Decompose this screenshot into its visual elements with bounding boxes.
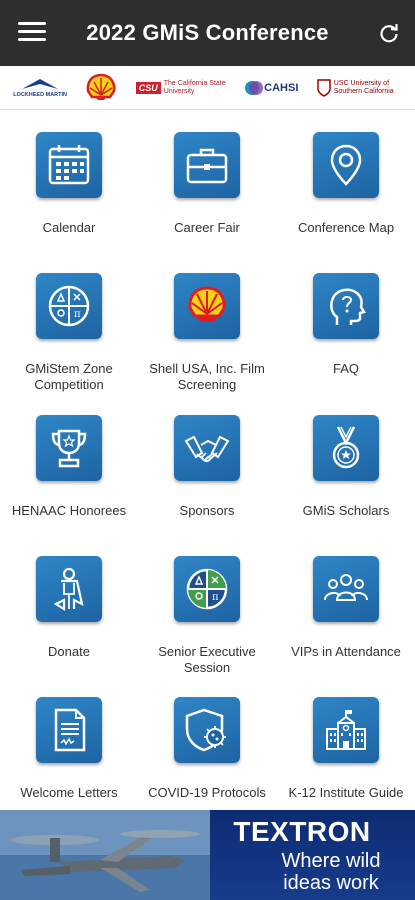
app-bar: 2022 GMiS Conference — [0, 0, 415, 66]
tile-covid-protocols[interactable]: COVID-19 Protocols — [138, 675, 276, 815]
textron-ad-banner[interactable]: TEXTRON Where wild ideas work — [0, 810, 415, 900]
tile-label: K-12 Institute Guide — [288, 785, 404, 800]
stem-zone-icon: π — [174, 556, 240, 622]
document-icon — [36, 697, 102, 763]
tile-career-fair[interactable]: Career Fair — [138, 110, 276, 250]
tile-label: HENAAC Honorees — [11, 503, 127, 518]
tile-label: Donate — [48, 644, 90, 659]
csu-badge: CSU — [135, 81, 161, 94]
shell-logo[interactable] — [85, 73, 117, 103]
tile-label: VIPs in Attendance — [291, 644, 401, 659]
briefcase-icon — [174, 132, 240, 198]
banner-tagline: Where wild ideas work — [281, 850, 381, 894]
tile-conference-map[interactable]: Conference Map — [277, 110, 415, 250]
csu-logo[interactable]: CSU The California State University — [135, 79, 226, 96]
trophy-icon — [36, 415, 102, 481]
cahsi-circle-icon — [245, 80, 264, 95]
cahsi-logo[interactable]: CAHSI — [244, 78, 298, 98]
usc-seal-icon — [317, 78, 331, 97]
svg-text:π: π — [212, 592, 219, 603]
lockheed-star-icon — [22, 78, 59, 89]
svg-text:π: π — [74, 309, 81, 320]
tile-label: Career Fair — [174, 220, 240, 235]
refresh-icon[interactable] — [377, 21, 401, 45]
tile-welcome-letters[interactable]: Welcome Letters — [0, 675, 138, 815]
tile-donate[interactable]: Donate — [0, 534, 138, 674]
tile-label: FAQ — [332, 361, 359, 376]
aircraft-icon — [0, 810, 210, 900]
tile-label: Senior Executive Session — [158, 644, 256, 675]
tile-gmistem-zone[interactable]: π GMiStem Zone Competition — [0, 251, 138, 392]
logo-text: USC University of Southern California — [333, 79, 394, 95]
virus-shield-icon — [174, 697, 240, 763]
tile-gmis-scholars[interactable]: GMiS Scholars — [277, 393, 415, 533]
tile-label: COVID-19 Protocols — [148, 785, 266, 800]
superhero-icon — [36, 556, 102, 622]
feature-grid: Calendar Career Fair Conference Map π GM… — [0, 110, 415, 810]
tile-k12-guide[interactable]: K-12 Institute Guide — [277, 675, 415, 815]
tile-sponsors[interactable]: Sponsors — [138, 393, 276, 533]
usc-logo[interactable]: USC University of Southern California — [317, 78, 402, 97]
tile-senior-executive-session[interactable]: π Senior Executive Session — [138, 534, 276, 675]
tile-label: GMiS Scholars — [302, 503, 390, 518]
app-title: 2022 GMiS Conference — [86, 20, 329, 45]
sponsor-logo-strip: LOCKHEED MARTIN CSU The California State… — [0, 66, 415, 110]
tile-calendar[interactable]: Calendar — [0, 110, 138, 250]
logo-text: LOCKHEED MARTIN — [13, 91, 67, 98]
logo-text: The California State University — [163, 79, 226, 95]
map-pin-icon — [313, 132, 379, 198]
tile-shell-film[interactable]: Shell USA, Inc. Film Screening — [138, 251, 276, 392]
stem-zone-icon: π — [36, 273, 102, 339]
school-building-icon — [313, 697, 379, 763]
tile-label: Conference Map — [297, 220, 395, 235]
tile-label: Calendar — [42, 220, 96, 235]
tile-vips[interactable]: VIPs in Attendance — [277, 534, 415, 674]
shell-logo-icon — [174, 273, 240, 339]
tile-label: Welcome Letters — [20, 785, 118, 800]
handshake-icon — [174, 415, 240, 481]
tile-label: GMiStem Zone Competition — [25, 361, 113, 392]
banner-brand: TEXTRON — [233, 816, 371, 847]
tile-label: Shell USA, Inc. Film Screening — [149, 361, 265, 392]
tile-henaac-honorees[interactable]: HENAAC Honorees — [0, 393, 138, 533]
head-question-icon — [313, 273, 379, 339]
tile-faq[interactable]: FAQ — [277, 251, 415, 391]
lockheed-martin-logo[interactable]: LOCKHEED MARTIN — [13, 77, 67, 99]
logo-text: CAHSI — [264, 81, 299, 94]
tile-label: Sponsors — [179, 503, 235, 518]
medal-icon — [313, 415, 379, 481]
group-icon — [313, 556, 379, 622]
calendar-icon — [36, 132, 102, 198]
